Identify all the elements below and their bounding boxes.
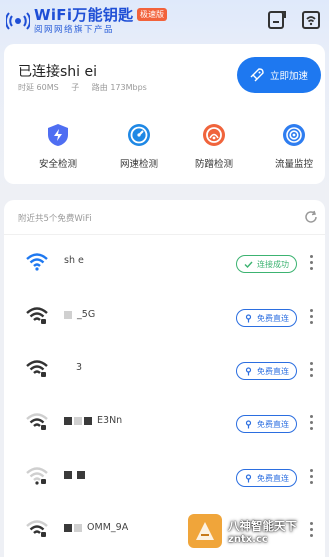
redaction-mask bbox=[64, 416, 72, 425]
site-watermark: 八神智能天下 zntx.cc bbox=[188, 505, 329, 557]
shield-lightning-icon bbox=[48, 124, 68, 146]
wifi-signal-icon bbox=[26, 360, 48, 377]
wifi-ssid: 3 bbox=[64, 362, 82, 373]
key-icon bbox=[245, 313, 252, 322]
wifi-row[interactable]: _5G 免费直连 bbox=[4, 292, 325, 344]
redaction-mask bbox=[77, 470, 86, 479]
latency-text: 时延 60MS bbox=[18, 83, 59, 92]
scan-icon[interactable] bbox=[266, 9, 288, 31]
app-slogan: 阅网网络旗下产品 bbox=[34, 25, 115, 35]
key-icon bbox=[245, 419, 252, 428]
app-title: WiFi万能钥匙 bbox=[34, 6, 134, 24]
meta-extra-text: 子 bbox=[71, 83, 80, 92]
wifi-signal-icon bbox=[26, 413, 48, 430]
pill-label: 免费直连 bbox=[257, 313, 289, 323]
wifi-ssid-text: E3Nn bbox=[97, 415, 123, 426]
redaction-mask bbox=[64, 310, 72, 319]
free-connect-button[interactable]: 免费直连 bbox=[236, 415, 297, 433]
wifi-signal-icon bbox=[26, 520, 48, 537]
pill-label: 免费直连 bbox=[257, 419, 289, 429]
anti-leech-icon bbox=[203, 124, 225, 146]
more-options-icon[interactable] bbox=[308, 415, 314, 433]
speedometer-icon bbox=[128, 124, 150, 146]
wifi-row[interactable]: 3 免费直连 bbox=[4, 345, 325, 397]
tool-security-check[interactable]: 安全检测 bbox=[18, 122, 98, 170]
app-header: WiFi万能钥匙 极速版 阅网网络旗下产品 bbox=[0, 0, 329, 40]
wifi-signal-icon bbox=[26, 467, 48, 485]
wifi-key-logo-icon bbox=[6, 12, 30, 30]
boost-label: 立即加速 bbox=[269, 71, 308, 82]
rocket-icon bbox=[250, 68, 264, 82]
wifi-list-header: 附近共5个免费WiFi bbox=[18, 214, 92, 224]
pill-label: 免费直连 bbox=[257, 366, 289, 376]
more-options-icon[interactable] bbox=[308, 255, 314, 273]
connection-meta: 时延 60MS 子 路由 173Mbps bbox=[18, 82, 157, 93]
tool-traffic-monitor[interactable]: 流量监控 bbox=[254, 122, 329, 170]
tool-grid: 安全检测 网速检测 防蹭检测 流量监控 bbox=[4, 122, 325, 182]
wifi-ssid bbox=[64, 469, 87, 480]
redaction-mask bbox=[64, 523, 72, 532]
watermark-title: 八神智能天下 bbox=[228, 518, 297, 533]
divider bbox=[4, 234, 325, 235]
connected-status-button[interactable]: 连接成功 bbox=[236, 255, 297, 273]
tool-anti-leech[interactable]: 防蹭检测 bbox=[174, 122, 254, 170]
wifi-ssid: sh e bbox=[64, 255, 84, 266]
wifi-row[interactable]: E3Nn 免费直连 bbox=[4, 398, 325, 450]
free-connect-button[interactable]: 免费直连 bbox=[236, 362, 297, 380]
wifi-row[interactable]: 免费直连 bbox=[4, 452, 325, 504]
watermark-logo-icon bbox=[188, 514, 222, 548]
more-options-icon[interactable] bbox=[308, 309, 314, 327]
connection-status-card: 已连接shi ei 时延 60MS 子 路由 173Mbps 立即加速 安全检测 bbox=[4, 44, 325, 184]
redaction-mask bbox=[74, 523, 82, 532]
key-icon bbox=[245, 366, 252, 375]
wifi-ssid-text: 3 bbox=[76, 362, 83, 373]
pill-label: 连接成功 bbox=[257, 259, 289, 269]
wifi-row[interactable]: sh e 连接成功 bbox=[4, 238, 325, 290]
wifi-ssid-text: OMM_9A bbox=[87, 522, 129, 533]
key-icon bbox=[245, 473, 252, 482]
tool-label: 流量监控 bbox=[274, 159, 313, 170]
wifi-ssid: OMM_9A bbox=[64, 522, 128, 533]
free-connect-button[interactable]: 免费直连 bbox=[236, 469, 297, 487]
tool-speed-test[interactable]: 网速检测 bbox=[99, 122, 179, 170]
tool-label: 安全检测 bbox=[38, 159, 77, 170]
free-connect-button[interactable]: 免费直连 bbox=[236, 309, 297, 327]
boost-now-button[interactable]: 立即加速 bbox=[237, 57, 321, 93]
wifi-share-icon[interactable] bbox=[300, 9, 322, 31]
wifi-signal-icon bbox=[26, 253, 48, 271]
wifi-list-card: 附近共5个免费WiFi sh e 连接成功 _5G 免费直连 3 免费直连 E3… bbox=[4, 200, 325, 557]
check-icon bbox=[244, 261, 253, 268]
wifi-ssid-text: _5G bbox=[74, 309, 96, 320]
signal-monitor-icon bbox=[283, 124, 305, 146]
refresh-icon[interactable] bbox=[304, 210, 318, 224]
more-options-icon[interactable] bbox=[308, 469, 314, 487]
redaction-mask bbox=[64, 470, 72, 479]
tool-label: 防蹭检测 bbox=[194, 159, 233, 170]
more-options-icon[interactable] bbox=[308, 362, 314, 380]
redaction-mask bbox=[74, 416, 82, 425]
wifi-ssid: E3Nn bbox=[64, 415, 122, 426]
tool-label: 网速检测 bbox=[119, 159, 158, 170]
connected-network-title: 已连接shi ei bbox=[18, 64, 98, 80]
watermark-text: 八神智能天下 zntx.cc bbox=[228, 518, 297, 545]
wifi-signal-icon bbox=[26, 307, 48, 324]
pill-label: 免费直连 bbox=[257, 473, 289, 483]
wifi-ssid: _5G bbox=[64, 309, 95, 320]
watermark-url: zntx.cc bbox=[228, 533, 268, 545]
router-speed-text: 路由 173Mbps bbox=[91, 83, 147, 92]
edition-badge: 极速版 bbox=[137, 8, 167, 21]
redaction-mask bbox=[84, 416, 92, 425]
